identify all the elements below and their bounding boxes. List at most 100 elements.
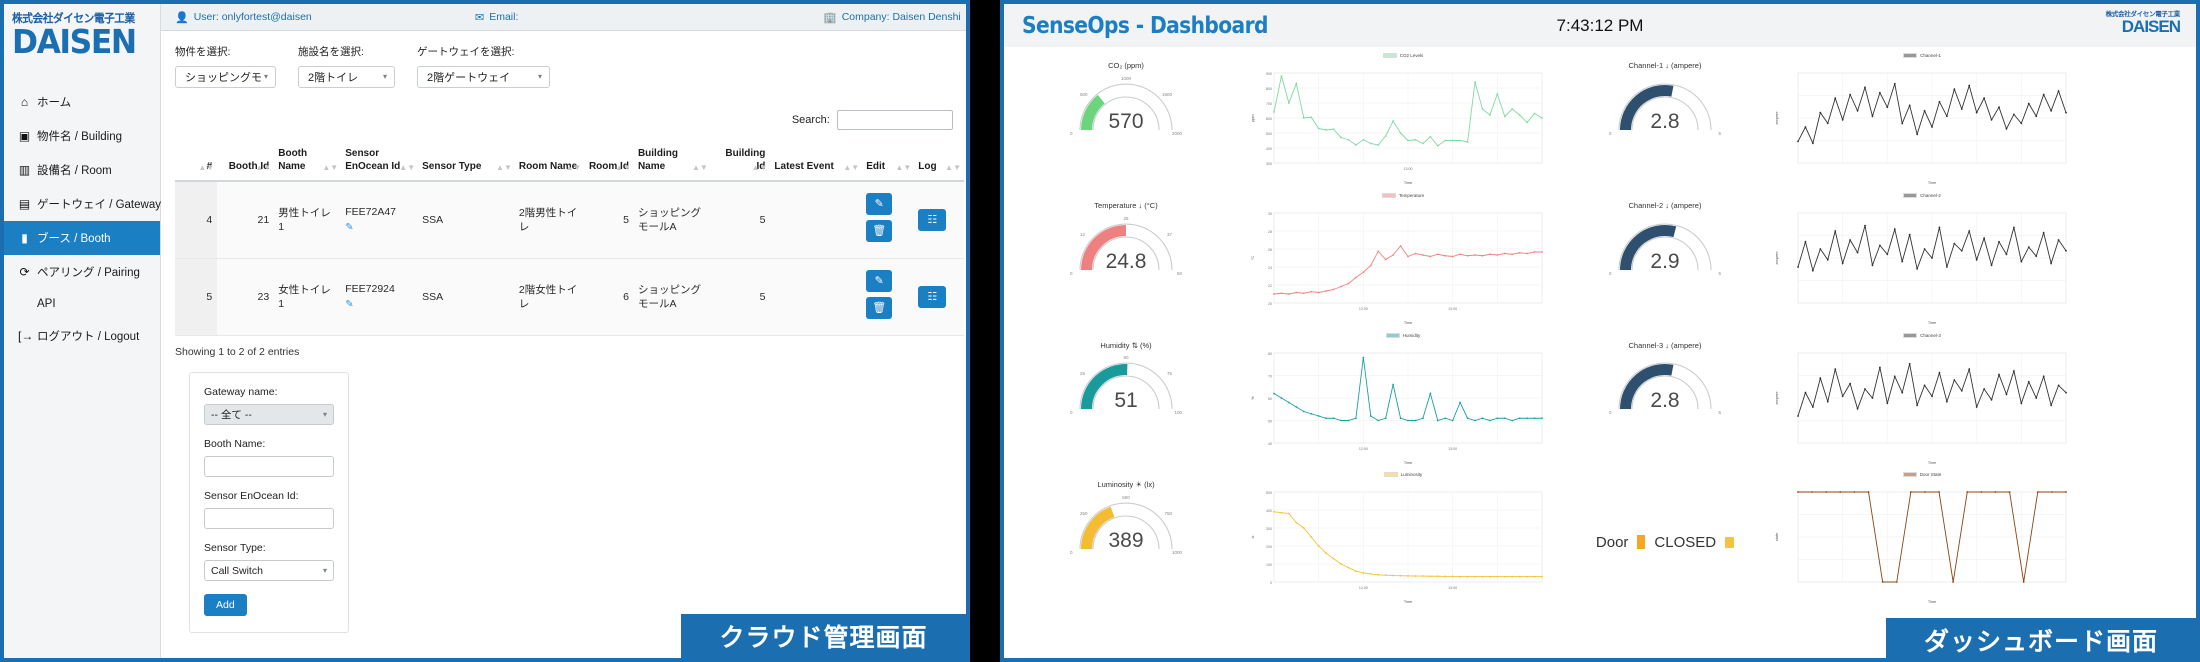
booth-name-label: Booth Name: — [204, 438, 266, 450]
svg-text:13:00: 13:00 — [1448, 447, 1457, 451]
channel-2-chart-legend: Channel-2 — [1772, 192, 2072, 198]
log-button[interactable]: ☷ — [918, 209, 947, 231]
channel-2-chart-svg: Time ampere — [1775, 212, 2067, 325]
humidity-chart: Humidity 80 70 60 50 40 12:00 13:00 Time% — [1248, 332, 1558, 472]
edit-pencil-icon[interactable]: ✎ — [345, 298, 413, 312]
sensor-type-select[interactable]: Call Switch ▾ — [204, 560, 334, 581]
svg-text:200: 200 — [1266, 545, 1272, 549]
cell-channel-0: Channel-1 ↓ (ampere) 2.8 0 5 — [1580, 53, 1750, 193]
svg-text:13:00: 13:00 — [1404, 167, 1413, 171]
cell-gauge-2: Humidity ⇅ (%) 51 0 100 25 50 75 — [1026, 333, 1226, 473]
selector-value: 2階トイレ — [308, 72, 359, 84]
svg-text:100: 100 — [1174, 410, 1182, 415]
svg-text:0: 0 — [1609, 410, 1612, 415]
temperature-gauge-svg: 24.8 0 50 12 25 37 — [1070, 216, 1182, 276]
humidity-gauge: Humidity ⇅ (%) 51 0 100 25 50 75 — [1026, 333, 1226, 418]
cell-edit: ✎ 🗑 — [862, 181, 915, 259]
selector-dropdown-1[interactable]: 2階トイレ ▾ — [298, 66, 395, 88]
cell-chart-0: CO2 Levels 900 800 700 600 500 400 300 13:00 Time… — [1248, 53, 1558, 193]
humidity-gauge-title: Humidity ⇅ (%) — [1100, 340, 1152, 350]
sort-icon: ▲▼ — [322, 163, 339, 172]
co2-gauge-title: CO₂ (ppm) — [1108, 61, 1144, 70]
booth-icon: ▮ — [21, 231, 28, 246]
channel-1-gauge-title: Channel-1 ↓ (ampere) — [1628, 61, 1702, 70]
door-chart-legend: Door State — [1772, 472, 2072, 478]
legend-swatch — [1903, 192, 1918, 198]
topbar-user-label: User: onlyfortest@daisen — [193, 11, 312, 23]
table-row: 4 21 男性トイレ1 FEE72A47 ✎ SSA 2階男性トイレ 5 ショッピングモールA 5… — [175, 181, 964, 259]
sidebar-item-7[interactable]: [→ ログアウト / Logout — [4, 319, 160, 353]
sort-icon: ▲▼ — [496, 163, 512, 172]
col-header-6[interactable]: Room Id ▲▼ — [584, 141, 634, 182]
svg-text:570: 570 — [1108, 110, 1143, 133]
col-header-7[interactable]: Building Name ▲▼ — [633, 141, 711, 182]
topbar-company: 🏢 Company: Daisen Denshi — [823, 11, 961, 24]
col-header-8[interactable]: Building Id ▲▼ — [710, 141, 771, 182]
sensor-enocean-id-input[interactable] — [204, 508, 334, 529]
svg-text:13:00: 13:00 — [1448, 586, 1457, 590]
legend-swatch — [1385, 332, 1400, 338]
log-button[interactable]: ☷ — [918, 286, 947, 308]
filter-selectors: 物件を選択: ショッピングモ ▾ 施設名を選択: 2階トイレ ▾ ゲートウェイを選択: 2階ゲ… — [161, 31, 966, 88]
col-header-0[interactable]: # ▲▼ — [175, 141, 218, 182]
delete-button[interactable]: 🗑 — [866, 297, 893, 319]
sidebar-item-5[interactable]: ⟳ ペアリング / Pairing — [4, 255, 160, 289]
legend-label: Channel-3 — [1920, 332, 1941, 338]
svg-text:750: 750 — [1164, 511, 1172, 516]
sidebar-item-2[interactable]: ▥ 設備名 / Room — [4, 153, 160, 187]
svg-text:2000: 2000 — [1172, 131, 1183, 136]
selector-label: 物件を選択: — [175, 46, 231, 58]
svg-text:Time: Time — [1404, 461, 1412, 465]
col-header-1[interactable]: Booth Id ▲▼ — [217, 141, 275, 182]
delete-button[interactable]: 🗑 — [866, 220, 893, 242]
col-header-10[interactable]: Edit ▲▼ — [862, 141, 915, 182]
sidebar-item-1[interactable]: ▣ 物件名 / Building — [4, 119, 160, 153]
sidebar-item-0[interactable]: ⌂ ホーム — [4, 85, 160, 119]
col-header-11[interactable]: Log ▲▼ — [914, 141, 964, 182]
dashboard-title: SenseOps - Dashboard — [1022, 12, 1268, 39]
svg-text:0: 0 — [1070, 131, 1073, 136]
cell-gauge-1: Temperature ↓ (°C) 24.8 0 50 12 25 37 — [1026, 193, 1226, 333]
svg-text:Time: Time — [1928, 461, 1936, 465]
sort-icon: ▲▼ — [198, 163, 215, 172]
svg-text:22: 22 — [1268, 284, 1272, 288]
sidebar-item-3[interactable]: ▤ ゲートウェイ / Gateway — [4, 187, 161, 221]
edit-button[interactable]: ✎ — [866, 193, 893, 215]
sidebar-item-4[interactable]: ▮ ブース / Booth — [4, 221, 160, 256]
logo-wordmark: DAISEN — [12, 22, 137, 61]
svg-text:12:00: 12:00 — [1359, 307, 1368, 311]
channel-3-gauge: Channel-3 ↓ (ampere) 2.8 0 5 — [1580, 333, 1750, 418]
cell-booth-name: 男性トイレ1 — [274, 181, 342, 259]
col-header-9[interactable]: Latest Event ▲▼ — [770, 141, 863, 182]
col-header-label: Log — [918, 160, 937, 172]
sensor-enocean-id-label: Sensor EnOcean Id: — [204, 490, 299, 502]
svg-text:700: 700 — [1266, 102, 1272, 106]
selector-dropdown-0[interactable]: ショッピングモ ▾ — [175, 66, 276, 88]
sidebar-item-6[interactable]: API — [4, 289, 160, 319]
cell-index: 5 — [175, 258, 218, 336]
temperature-chart: Temperature 30 28 26 24 22 20 12:00 13:00 Time °C — [1248, 192, 1558, 332]
sort-icon: ▲▼ — [692, 163, 708, 172]
sidebar-item-label: 物件名 / Building — [37, 131, 123, 144]
cell-chart-2: Humidity 80 70 60 50 40 12:00 13:00 Time% — [1248, 332, 1558, 473]
chevron-down-icon: ▾ — [322, 410, 327, 419]
channel-1-chart-svg: Time ampere — [1775, 72, 2067, 185]
selector-dropdown-2[interactable]: 2階ゲートウェイ ▾ — [417, 66, 550, 88]
col-header-3[interactable]: Sensor EnOcean Id ▲▼ — [341, 141, 419, 182]
chevron-down-icon: ▾ — [322, 566, 327, 575]
booth-name-input[interactable] — [204, 456, 334, 477]
search-input[interactable] — [836, 110, 953, 130]
gateway-name-select[interactable]: -- 全て -- ▾ — [204, 404, 334, 425]
dashboard-panel: SenseOps - Dashboard 7:43:12 PM 株式会社ダイセン… — [1000, 0, 2200, 662]
legend-label: Door State — [1919, 472, 1942, 478]
mail-icon: ✉ — [475, 11, 485, 24]
co2-chart-svg: 900 800 700 600 500 400 300 13:00 Time ppm — [1251, 72, 1543, 185]
edit-pencil-icon[interactable]: ✎ — [345, 221, 413, 235]
col-header-2[interactable]: Booth Name ▲▼ — [274, 141, 342, 182]
sidebar-item-label: ゲートウェイ / Gateway — [37, 199, 161, 212]
cell-building-id: 5 — [710, 181, 771, 259]
add-button[interactable]: Add — [204, 594, 247, 616]
col-header-4[interactable]: Sensor Type ▲▼ — [418, 141, 515, 182]
col-header-5[interactable]: Room Name ▲▼ — [514, 141, 585, 182]
edit-button[interactable]: ✎ — [866, 270, 893, 292]
